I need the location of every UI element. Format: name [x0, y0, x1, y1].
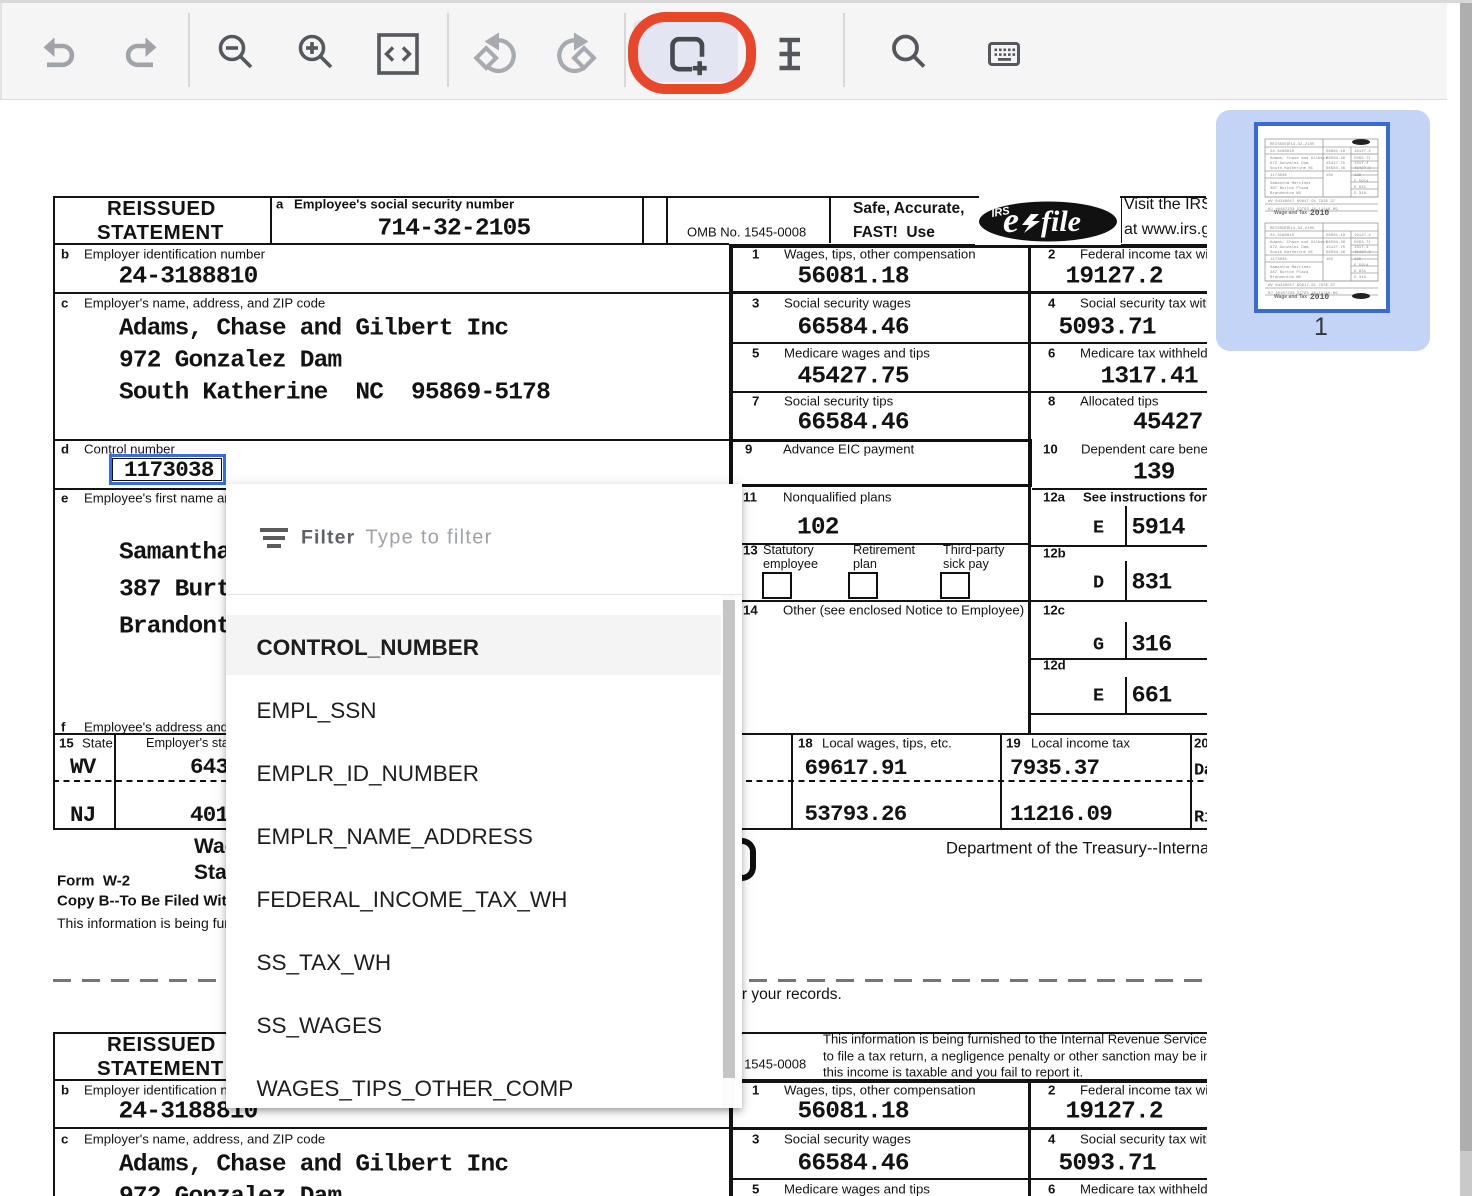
- svg-text:24-3188810: 24-3188810: [1270, 150, 1295, 154]
- svg-text:e: e: [1003, 200, 1019, 240]
- svg-text:Adams, Chase and Gilbert: Adams, Chase and Gilbert: [1270, 240, 1328, 245]
- svg-text:2010: 2010: [1310, 293, 1329, 302]
- svg-text:66584.46: 66584.46: [1326, 167, 1346, 171]
- svg-text:45427.75: 45427.75: [1326, 246, 1346, 250]
- svg-text:Samantha Martinez: Samantha Martinez: [1270, 265, 1311, 270]
- svg-text:45427.9: 45427.9: [1354, 251, 1371, 255]
- svg-text:972 Gonzalez Dam: 972 Gonzalez Dam: [1270, 161, 1309, 166]
- svg-text:Brandonton WV: Brandonton WV: [1270, 191, 1302, 196]
- svg-text:56081.18: 56081.18: [1326, 234, 1346, 238]
- svg-text:Wage and Tax: Wage and Tax: [1274, 294, 1307, 300]
- svg-text:E 5914: E 5914: [1354, 264, 1369, 268]
- svg-text:D 831: D 831: [1354, 270, 1367, 274]
- svg-text:972 Gonzalez Dam: 972 Gonzalez Dam: [1270, 245, 1309, 250]
- svg-text:387 Burton Plaza: 387 Burton Plaza: [1270, 186, 1309, 191]
- svg-text:66584.46: 66584.46: [1326, 241, 1346, 245]
- svg-text:2010: 2010: [1310, 209, 1329, 218]
- svg-text:WV 64340017 69617.91 7935.37: WV 64340017 69617.91 7935.37: [1268, 284, 1336, 288]
- svg-text:South Katherine NC: South Katherine NC: [1270, 166, 1314, 171]
- svg-text:Brandonton WV: Brandonton WV: [1270, 275, 1302, 280]
- svg-text:E 5914: E 5914: [1354, 180, 1369, 184]
- svg-text:1317.4: 1317.4: [1354, 162, 1369, 166]
- svg-text:45427.75: 45427.75: [1326, 162, 1346, 166]
- svg-text:REISSUED: REISSUED: [1270, 227, 1290, 231]
- svg-text:REISSUED: REISSUED: [1270, 143, 1290, 147]
- svg-text:1317.4: 1317.4: [1354, 246, 1369, 250]
- svg-text:5093.71: 5093.71: [1354, 157, 1371, 161]
- svg-text:19127.2: 19127.2: [1354, 150, 1371, 154]
- svg-text:G 316: G 316: [1354, 276, 1367, 280]
- svg-text:66584.46: 66584.46: [1326, 251, 1346, 255]
- svg-text:WV 64340017 69617.91 7935.37: WV 64340017 69617.91 7935.37: [1268, 200, 1336, 204]
- svg-text:G 316: G 316: [1354, 192, 1367, 196]
- svg-text:Wage and Tax: Wage and Tax: [1274, 210, 1307, 216]
- svg-text:1173038: 1173038: [1270, 174, 1287, 178]
- svg-text:139: 139: [1354, 174, 1362, 178]
- svg-text:24-3188810: 24-3188810: [1270, 234, 1295, 238]
- svg-text:5093.71: 5093.71: [1354, 241, 1371, 245]
- svg-text:714-32-2105: 714-32-2105: [1288, 143, 1315, 147]
- svg-text:139: 139: [1354, 258, 1362, 262]
- svg-text:387 Burton Plaza: 387 Burton Plaza: [1270, 270, 1309, 275]
- svg-text:66584.46: 66584.46: [1326, 157, 1346, 161]
- svg-text:Samantha Martinez: Samantha Martinez: [1270, 181, 1311, 186]
- svg-text:D 831: D 831: [1354, 186, 1367, 190]
- svg-text:1173038: 1173038: [1270, 258, 1287, 262]
- svg-text:56081.18: 56081.18: [1326, 150, 1346, 154]
- svg-text:714-32-2105: 714-32-2105: [1288, 227, 1315, 231]
- svg-text:102: 102: [1326, 258, 1334, 262]
- svg-text:South Katherine NC: South Katherine NC: [1270, 250, 1314, 255]
- svg-text:19127.2: 19127.2: [1354, 234, 1371, 238]
- svg-text:45427.9: 45427.9: [1354, 167, 1371, 171]
- svg-text:102: 102: [1326, 174, 1334, 178]
- svg-text:Adams, Chase and Gilbert: Adams, Chase and Gilbert: [1270, 156, 1328, 161]
- svg-text:file: file: [1041, 205, 1081, 238]
